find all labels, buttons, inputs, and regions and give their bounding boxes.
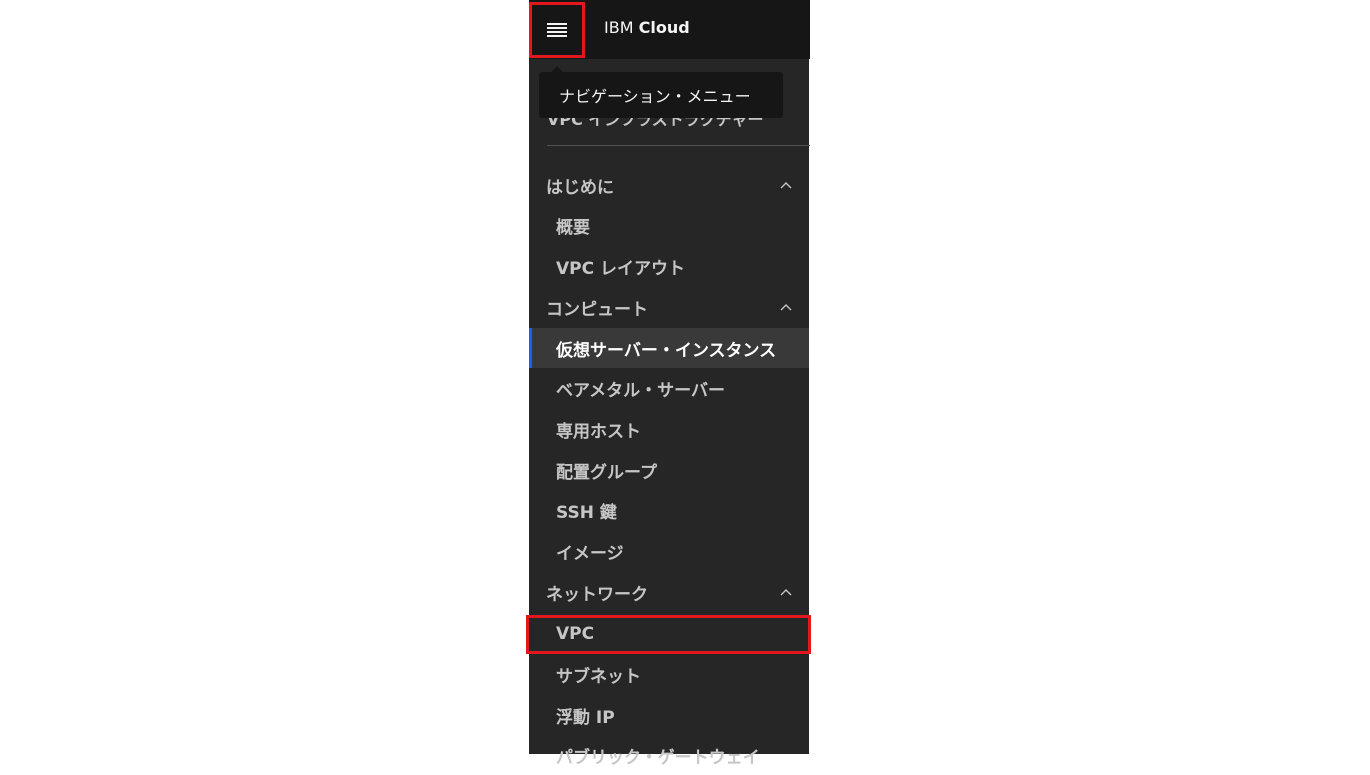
vpc-highlight-annotation [526, 615, 811, 654]
section-getting-started[interactable]: はじめに [529, 165, 809, 205]
sidebar-item-floating-ips[interactable]: 浮動 IP [529, 695, 809, 735]
sidebar-item-label: 概要 [556, 217, 590, 238]
chevron-up-icon [780, 589, 792, 596]
sidebar-item-label: ベアメタル・サーバー [556, 380, 725, 401]
sidebar-item-label: サブネット [556, 666, 641, 687]
sidebar-item-label: 専用ホスト [556, 421, 641, 442]
section-network[interactable]: ネットワーク [529, 572, 809, 612]
sidebar-item-label: SSH 鍵 [556, 502, 617, 523]
section-compute[interactable]: コンピュート [529, 287, 809, 327]
hamburger-menu-icon [547, 23, 567, 37]
sidebar-item-vpc-layout[interactable]: VPC レイアウト [529, 246, 809, 286]
sidebar-divider [547, 145, 810, 146]
brand-prefix: IBM [604, 18, 634, 37]
sidebar-item-virtual-server-instances[interactable]: 仮想サーバー・インスタンス [529, 328, 809, 368]
sidebar-item-dedicated-hosts[interactable]: 専用ホスト [529, 409, 809, 449]
navigation-menu-button[interactable] [529, 2, 585, 58]
sidebar-item-bare-metal-servers[interactable]: ベアメタル・サーバー [529, 368, 809, 408]
brand-title[interactable]: IBM Cloud [604, 18, 690, 37]
sidebar-item-placement-groups[interactable]: 配置グループ [529, 450, 809, 490]
brand-name: Cloud [638, 18, 690, 37]
sidebar-item-label: 仮想サーバー・インスタンス [556, 340, 777, 361]
section-label: コンピュート [546, 299, 648, 320]
chevron-up-icon [780, 182, 792, 189]
sidebar-item-label: イメージ [556, 543, 624, 564]
sidebar-item-ssh-keys[interactable]: SSH 鍵 [529, 490, 809, 530]
chevron-up-icon [780, 304, 792, 311]
sidebar-item-label: 浮動 IP [556, 707, 615, 728]
sidebar-item-label: VPC レイアウト [556, 258, 686, 279]
section-label: ネットワーク [546, 584, 648, 605]
sidebar-item-label: 配置グループ [556, 462, 657, 483]
sidebar-item-images[interactable]: イメージ [529, 531, 809, 571]
sidebar-item-label: パブリック・ゲートウェイ [556, 747, 760, 768]
section-label: はじめに [546, 177, 614, 198]
sidebar-item-overview[interactable]: 概要 [529, 205, 809, 245]
navigation-menu-tooltip: ナビゲーション・メニュー [539, 72, 783, 118]
sidebar-item-subnets[interactable]: サブネット [529, 654, 809, 694]
sidebar-item-public-gateways[interactable]: パブリック・ゲートウェイ [529, 735, 809, 775]
